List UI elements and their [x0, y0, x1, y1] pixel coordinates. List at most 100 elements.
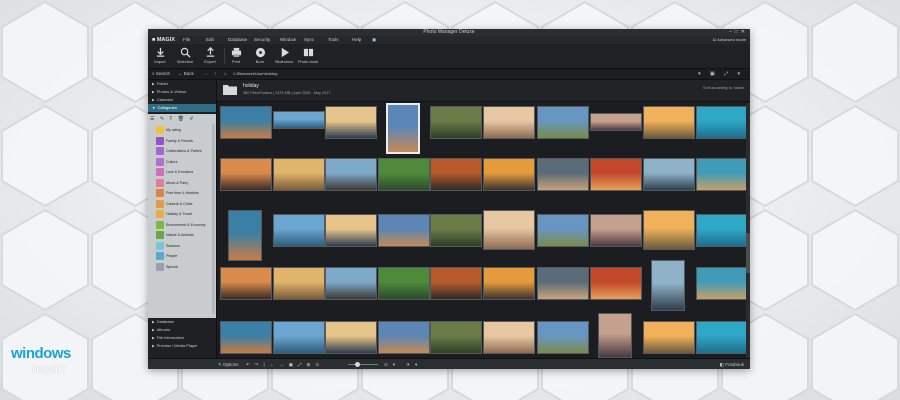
photo-thumbnail[interactable]	[651, 260, 685, 311]
category-item[interactable]: Love & Emotions	[156, 168, 193, 177]
photo-thumbnail[interactable]	[220, 158, 272, 191]
photo-thumbnail[interactable]	[325, 106, 377, 139]
forward-button[interactable]: →	[204, 69, 209, 79]
burn-button[interactable]: Burn	[248, 47, 272, 65]
photo-thumbnail[interactable]	[378, 321, 430, 354]
import-button[interactable]: Import	[148, 47, 172, 65]
category-tools[interactable]: ☰ ✎ T 🗑 ✐	[150, 116, 196, 123]
sidebar-item-preview[interactable]: ▶ Preview / Media Player	[148, 342, 216, 350]
photo-thumbnail[interactable]	[386, 103, 420, 154]
fotobook-button[interactable]: ◧ Fotobook	[720, 359, 744, 369]
main-scrollbar[interactable]	[746, 103, 750, 358]
category-item[interactable]: Culture	[156, 157, 178, 167]
photo-thumbnail[interactable]	[228, 210, 262, 261]
category-item[interactable]: Nature & Animals	[156, 231, 194, 240]
photo-thumbnail[interactable]	[483, 210, 535, 250]
category-scrollbar[interactable]	[212, 124, 215, 314]
help-square-icon[interactable]: ▣	[372, 36, 376, 44]
edit-tools[interactable]: ↶↷|←→▣⤢⊞⊙	[246, 359, 324, 369]
photo-thumbnail[interactable]	[273, 214, 325, 247]
category-item[interactable]: Seasons	[156, 241, 180, 251]
photo-thumbnail[interactable]	[598, 313, 632, 358]
options-button[interactable]: ✎ Options	[218, 359, 239, 369]
photo-thumbnail[interactable]	[696, 267, 748, 300]
menu-tools[interactable]: Tools	[328, 36, 339, 44]
photo-thumbnail[interactable]	[537, 158, 589, 191]
photo-thumbnail[interactable]	[430, 158, 482, 191]
photo-thumbnail[interactable]	[696, 214, 748, 247]
view-options[interactable]: ▾ ▣ ⤢ ▾	[698, 69, 744, 79]
photo-thumbnail[interactable]	[537, 214, 589, 247]
photo-thumbnail[interactable]	[590, 214, 642, 247]
photo-thumbnail[interactable]	[643, 158, 695, 191]
photo-thumbnail[interactable]	[273, 267, 325, 300]
path-field[interactable]: C:\Benutzer\User\holiday	[233, 71, 633, 77]
photo-thumbnail[interactable]	[325, 214, 377, 247]
back-button[interactable]: ← Back	[178, 69, 194, 79]
search-button[interactable]: ⌕ Search	[152, 69, 170, 79]
photo-thumbnail[interactable]	[430, 214, 482, 247]
print-button[interactable]: Print	[224, 47, 248, 65]
export-button[interactable]: Export	[198, 47, 222, 65]
category-item[interactable]: Careers & Clubs	[156, 199, 192, 209]
photo-thumbnail[interactable]	[220, 106, 272, 139]
menu-security[interactable]: Security	[254, 36, 270, 44]
menu-database[interactable]: Database	[228, 36, 247, 44]
sidebar-item-categories[interactable]: ▼ Categories	[148, 104, 216, 112]
photo-thumbnail[interactable]	[273, 111, 325, 129]
photo-thumbnail[interactable]	[273, 321, 325, 354]
photo-thumbnail[interactable]	[537, 106, 589, 139]
photo-thumbnail[interactable]	[273, 158, 325, 191]
photo-thumbnail[interactable]	[537, 321, 589, 354]
photo-thumbnail[interactable]	[430, 106, 482, 139]
advanced-mode-toggle[interactable]: ☑ Advanced mode	[713, 36, 746, 44]
window-controls[interactable]: –□✕	[729, 29, 748, 36]
photo-thumbnail[interactable]	[590, 267, 642, 300]
menu-edit[interactable]: Edit	[206, 36, 214, 44]
photo-thumbnail[interactable]	[483, 267, 535, 300]
up-folder-button[interactable]: ↑	[214, 69, 216, 79]
photo-thumbnail[interactable]	[483, 158, 535, 191]
photo-thumbnail[interactable]	[430, 267, 482, 300]
photo-thumbnail[interactable]	[220, 267, 272, 300]
sidebar-item-database[interactable]: ▶ Database	[148, 318, 216, 326]
category-item[interactable]: Environment & Economy	[156, 220, 206, 230]
photo-thumbnail[interactable]	[325, 321, 377, 354]
bottom-extra-tools[interactable]: ⊙▾ ✈▾	[384, 359, 422, 369]
photo-thumbnail[interactable]	[483, 321, 535, 354]
menu-window[interactable]: Window	[280, 36, 296, 44]
photo-thumbnail[interactable]	[696, 158, 748, 191]
selection-button[interactable]: Selection	[173, 47, 197, 65]
home-icon[interactable]: ⌂	[224, 69, 227, 79]
photo-thumbnail[interactable]	[590, 158, 642, 191]
photo-thumbnail[interactable]	[378, 267, 430, 300]
photo-thumbnail[interactable]	[430, 321, 482, 354]
photo-thumbnail[interactable]	[537, 267, 589, 300]
slideshow-button[interactable]: Slideshow	[272, 47, 296, 65]
category-item[interactable]: My rating	[156, 126, 181, 135]
category-item[interactable]: People	[156, 252, 177, 261]
sidebar-item-calendar[interactable]: ▶ Calendar	[148, 96, 216, 104]
category-item[interactable]: Music & Party	[156, 178, 188, 188]
photo-thumbnail[interactable]	[643, 321, 695, 354]
menu-sync[interactable]: Sync	[304, 36, 314, 44]
sidebar-item-albums[interactable]: ▶ Albums	[148, 326, 216, 334]
scrollbar-thumb[interactable]	[746, 233, 750, 273]
photo-thumbnail[interactable]	[220, 321, 272, 354]
menu-file[interactable]: File	[183, 36, 190, 44]
category-item[interactable]: Special	[156, 262, 178, 272]
category-item[interactable]: Family & Friends	[156, 136, 193, 146]
photo-thumbnail[interactable]	[696, 321, 748, 354]
photo-thumbnail[interactable]	[378, 158, 430, 191]
photo-thumbnail[interactable]	[325, 267, 377, 300]
photo-thumbnail[interactable]	[643, 210, 695, 250]
photo-thumbnail[interactable]	[483, 106, 535, 139]
photo-thumbnail[interactable]	[378, 214, 430, 247]
photo-book-button[interactable]: Photo book	[296, 47, 320, 65]
photo-thumbnail[interactable]	[696, 106, 748, 139]
category-item[interactable]: Free time & Hobbies	[156, 189, 199, 198]
sidebar-item-photos-videos[interactable]: ▶ Photos & Videos	[148, 88, 216, 96]
photo-thumbnail[interactable]	[590, 113, 642, 131]
menu-help[interactable]: Help	[352, 36, 361, 44]
zoom-slider-knob[interactable]	[355, 362, 360, 367]
